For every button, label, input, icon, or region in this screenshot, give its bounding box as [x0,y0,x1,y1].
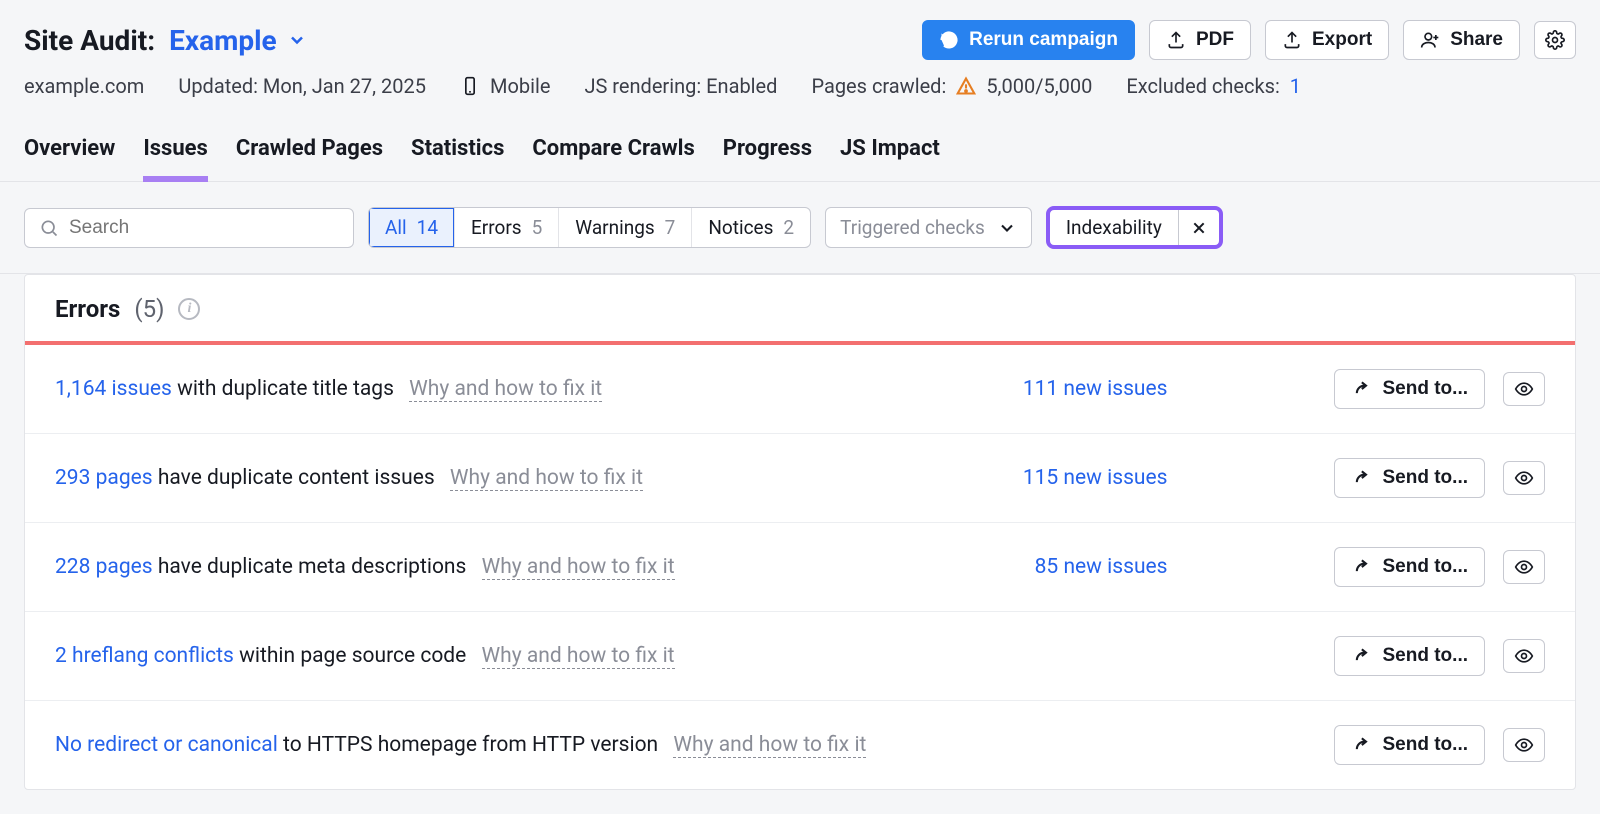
segment-warnings[interactable]: Warnings 7 [559,208,692,247]
issue-row: 293 pages have duplicate content issues … [25,433,1575,522]
tab-issues[interactable]: Issues [143,128,208,181]
issue-link[interactable]: 2 hreflang conflicts [55,644,234,668]
why-fix-link[interactable]: Why and how to fix it [450,466,643,491]
arrow-icon [1351,557,1371,577]
btn-label: Export [1312,29,1372,51]
warning-icon [956,76,976,96]
btn-label: Share [1450,29,1503,51]
why-fix-link[interactable]: Why and how to fix it [409,377,602,402]
eye-icon [1514,557,1534,577]
search-input[interactable] [69,217,339,239]
panel-title: Errors [55,295,120,323]
new-issues-link[interactable]: 115 new issues [1023,466,1168,490]
search-input-wrapper[interactable] [24,208,354,248]
send-to-button[interactable]: Send to... [1334,547,1486,587]
excluded-count-link[interactable]: 1 [1290,74,1301,98]
new-issues-link[interactable]: 85 new issues [1035,555,1168,579]
tab-statistics[interactable]: Statistics [411,128,504,181]
segment-errors[interactable]: Errors 5 [455,208,559,247]
pages-crawled: Pages crawled: 5,000/5,000 [811,74,1092,98]
chip-label: Indexability [1050,210,1178,245]
issue-link[interactable]: No redirect or canonical [55,733,278,757]
arrow-icon [1351,468,1371,488]
eye-icon [1514,468,1534,488]
send-to-button[interactable]: Send to... [1334,369,1486,409]
settings-button[interactable] [1534,21,1576,59]
excluded-checks: Excluded checks: 1 [1126,74,1301,98]
severity-segment: All 14Errors 5Warnings 7Notices 2 [368,207,811,248]
filter-chip-indexability: Indexability [1046,206,1223,249]
domain-label: example.com [24,74,144,98]
issue-row: 228 pages have duplicate meta descriptio… [25,522,1575,611]
triggered-checks-dropdown[interactable]: Triggered checks [825,207,1032,248]
why-fix-link[interactable]: Why and how to fix it [673,733,866,758]
new-issues-link[interactable]: 111 new issues [1023,377,1168,401]
device-label: Mobile [460,74,550,98]
view-button[interactable] [1503,639,1545,673]
chevron-down-icon [287,30,307,50]
eye-icon [1514,646,1534,666]
view-button[interactable] [1503,372,1545,406]
rerun-button[interactable]: Rerun campaign [922,20,1135,60]
arrow-icon [1351,735,1371,755]
tab-compare-crawls[interactable]: Compare Crawls [532,128,694,181]
upload-icon [1166,30,1186,50]
chevron-down-icon [997,218,1017,238]
info-icon[interactable]: i [178,298,200,320]
add-user-icon [1420,30,1440,50]
issue-row: 2 hreflang conflicts within page source … [25,611,1575,700]
tabs: Overview Issues Crawled Pages Statistics Com… [0,118,1600,182]
send-to-button[interactable]: Send to... [1334,725,1486,765]
segment-all[interactable]: All 14 [369,208,455,247]
issue-link[interactable]: 293 pages [55,466,153,490]
tab-crawled-pages[interactable]: Crawled Pages [236,128,383,181]
view-button[interactable] [1503,728,1545,762]
pdf-button[interactable]: PDF [1149,20,1251,60]
view-button[interactable] [1503,550,1545,584]
arrow-icon [1351,379,1371,399]
segment-notices[interactable]: Notices 2 [692,208,810,247]
refresh-icon [939,30,959,50]
arrow-icon [1351,646,1371,666]
panel-count: (5) [134,295,164,323]
eye-icon [1514,379,1534,399]
issue-link[interactable]: 228 pages [55,555,153,579]
send-to-button[interactable]: Send to... [1334,458,1486,498]
btn-label: Rerun campaign [969,29,1118,51]
why-fix-link[interactable]: Why and how to fix it [482,644,675,669]
upload-icon [1282,30,1302,50]
page-title: Site Audit: [24,24,155,57]
gear-icon [1545,30,1565,50]
export-button[interactable]: Export [1265,20,1389,60]
tab-js-impact[interactable]: JS Impact [840,128,940,181]
tab-progress[interactable]: Progress [723,128,812,181]
errors-panel: Errors (5) i 1,164 issues with duplicate… [24,274,1576,790]
eye-icon [1514,735,1534,755]
js-rendering-label: JS rendering: Enabled [584,74,777,98]
send-to-button[interactable]: Send to... [1334,636,1486,676]
btn-label: PDF [1196,29,1234,51]
why-fix-link[interactable]: Why and how to fix it [482,555,675,580]
mobile-icon [460,76,480,96]
tab-overview[interactable]: Overview [24,128,115,181]
issue-row: No redirect or canonical to HTTPS homepa… [25,700,1575,789]
view-button[interactable] [1503,461,1545,495]
issue-row: 1,164 issues with duplicate title tags W… [25,345,1575,433]
issue-link[interactable]: 1,164 issues [55,377,172,401]
campaign-selector[interactable]: Example [169,24,307,57]
updated-label: Updated: Mon, Jan 27, 2025 [178,74,426,98]
chip-remove-button[interactable] [1178,210,1219,245]
search-icon [39,218,59,238]
campaign-name: Example [169,24,277,57]
share-button[interactable]: Share [1403,20,1520,60]
